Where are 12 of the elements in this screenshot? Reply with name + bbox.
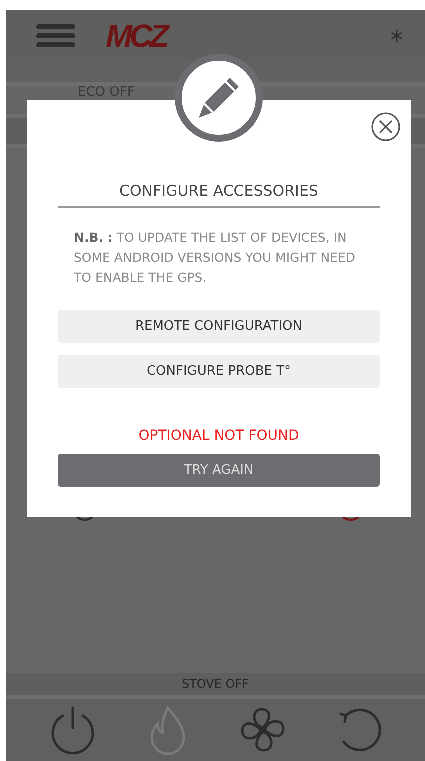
option-button[interactable]: REMOTE CONFIGURATION [58,310,380,343]
menu-icon[interactable] [36,24,76,48]
snowflake-icon [391,30,403,42]
close-icon[interactable] [371,112,401,142]
pencil-icon [196,75,242,121]
dialog-title: CONFIGURE ACCESSORIES [58,182,380,208]
error-message: OPTIONAL NOT FOUND [138,428,300,444]
option-button[interactable]: CONFIGURE PROBE T° [58,355,380,388]
stove-status-bar: STOVE OFF [6,673,425,699]
note-text: N.B. : TO UPDATE THE LIST OF DEVICES, IN SOME ANDROID VERSIONS YOU MIGHT NEED TO ENABLE THE GPS. [74,229,356,287]
brand-logo: MCZ [106,18,166,54]
try-again-button[interactable]: TRY AGAIN [58,454,380,487]
